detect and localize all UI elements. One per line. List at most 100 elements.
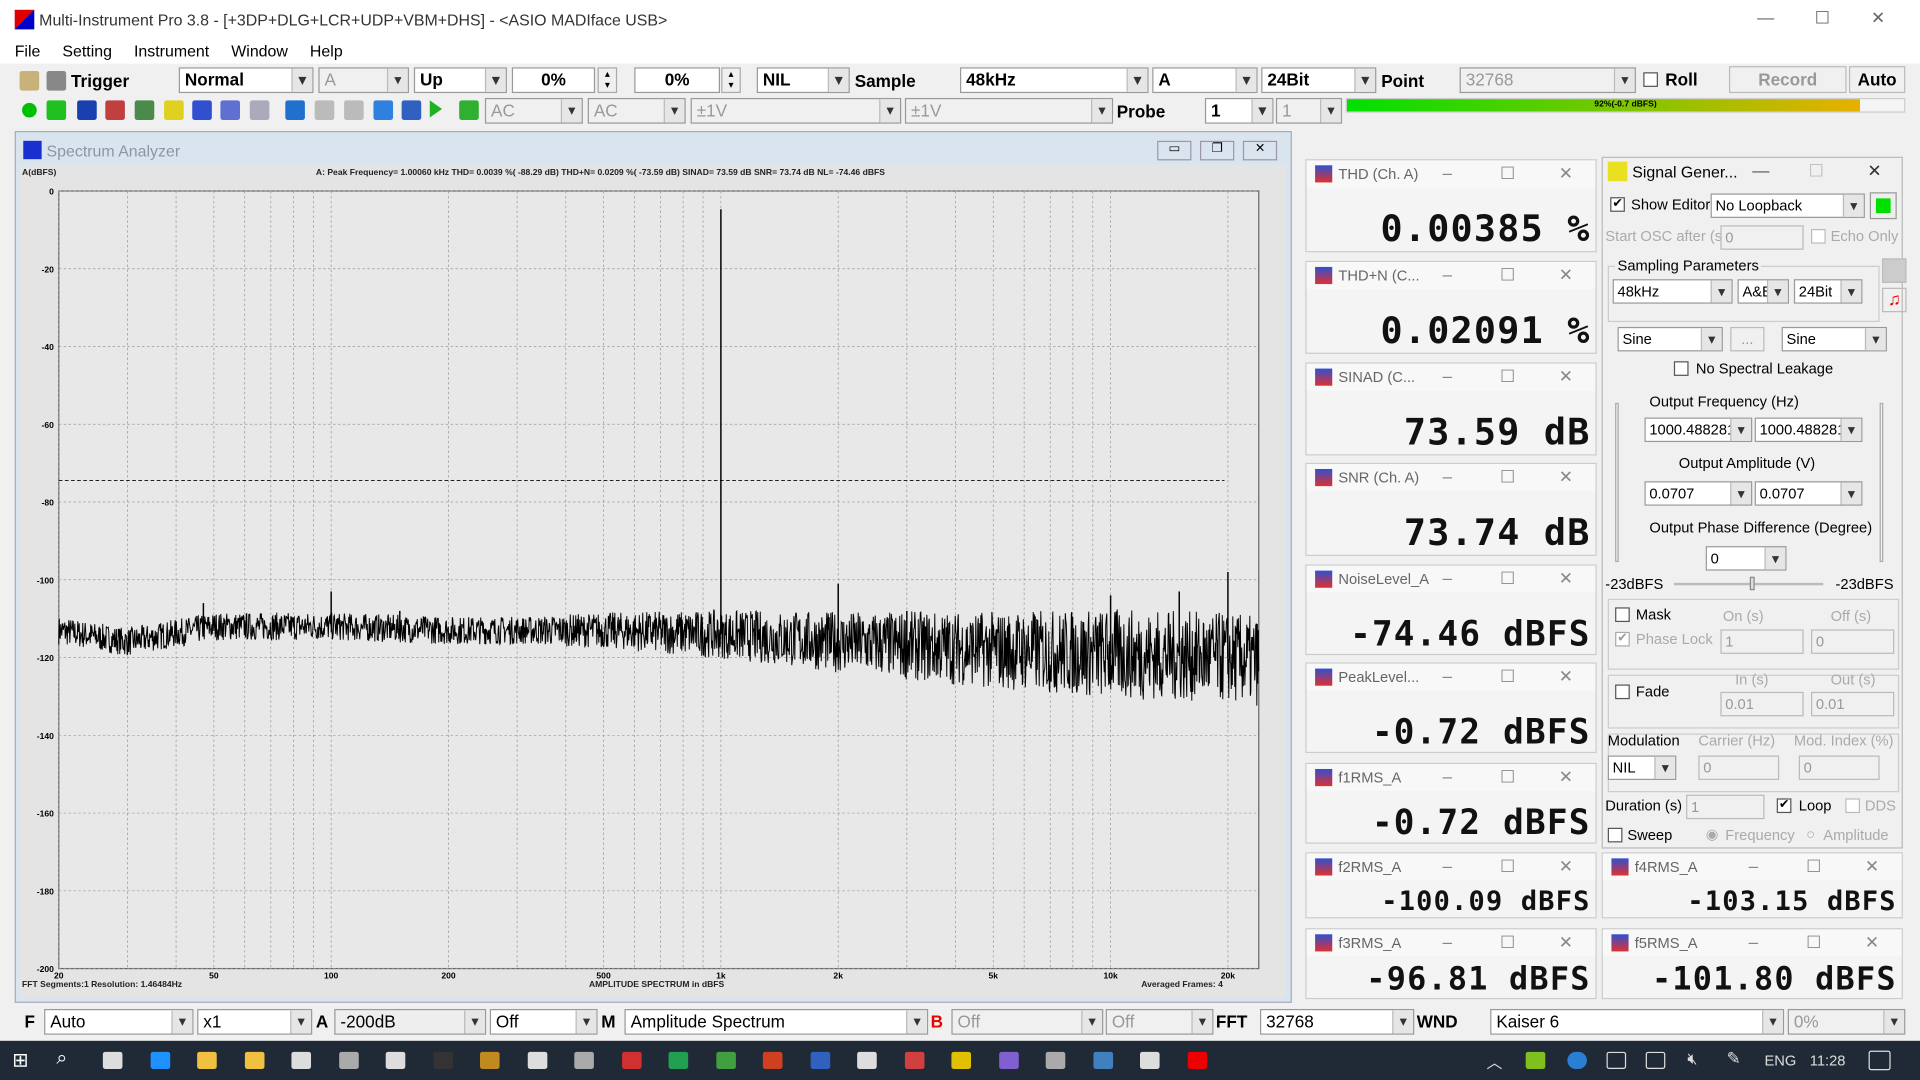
signal-generator-icon[interactable]	[164, 100, 184, 121]
taskbar-app-icon[interactable]	[810, 1051, 830, 1069]
b-range-select[interactable]: Off	[951, 1008, 1104, 1035]
open-folder-icon[interactable]	[19, 71, 40, 91]
trigger-channel-select[interactable]: A	[318, 67, 409, 94]
bit-depth-select[interactable]: 24Bit	[1261, 67, 1377, 94]
ddp-icon[interactable]	[249, 100, 270, 121]
taskbar-app-icon[interactable]	[527, 1051, 547, 1069]
sweep-icon[interactable]	[220, 100, 241, 121]
maximize-button[interactable]: ☐	[1500, 467, 1515, 488]
coupling-a-select[interactable]: AC	[484, 97, 583, 124]
record-button[interactable]: Record	[1728, 66, 1847, 94]
channel-select[interactable]: A	[1152, 67, 1258, 94]
taskbar-app-icon[interactable]	[998, 1051, 1019, 1069]
taskbar-app-icon[interactable]	[1140, 1051, 1160, 1069]
maximize-button[interactable]: ☐	[1500, 366, 1515, 387]
minimize-button[interactable]: –	[1442, 767, 1452, 787]
pen-icon[interactable]: ✎	[1727, 1048, 1741, 1069]
maximize-button[interactable]: ☐	[1500, 163, 1515, 184]
taskbar-app-icon[interactable]	[668, 1051, 689, 1069]
maximize-button[interactable]: ☐	[1500, 666, 1515, 687]
windows-start-icon[interactable]: ⊞	[12, 1048, 28, 1072]
gen-channel-select[interactable]: A&B	[1737, 279, 1789, 304]
taskbar-app-icon[interactable]	[102, 1051, 123, 1069]
probe-b-select[interactable]: 1	[1275, 97, 1343, 124]
maximize-button[interactable]: ☐	[1500, 264, 1515, 285]
minimize-button[interactable]: –	[1442, 932, 1452, 952]
notification-icon[interactable]	[1868, 1050, 1891, 1071]
taskbar-app-icon[interactable]	[197, 1051, 217, 1069]
amplitude-b-input[interactable]: 0.0707	[1754, 481, 1863, 506]
level-b-slider[interactable]	[1879, 402, 1884, 563]
maximize-button[interactable]: ☐	[1500, 932, 1515, 953]
waveform-a-select[interactable]: Sine	[1617, 326, 1723, 352]
frequency-a-input[interactable]: 1000.488281	[1644, 417, 1753, 443]
taskbar-app-icon[interactable]	[904, 1051, 924, 1069]
taskbar-app-icon[interactable]	[951, 1051, 972, 1069]
spectrum-3d-icon[interactable]	[105, 100, 125, 121]
minimize-button[interactable]: –	[1442, 366, 1452, 386]
close-button[interactable]: ✕	[1871, 7, 1885, 28]
taskbar-app-icon[interactable]	[1187, 1051, 1207, 1069]
taskbar-app-icon[interactable]	[150, 1051, 170, 1069]
points-select[interactable]: 32768	[1459, 67, 1636, 94]
probe-a-select[interactable]: 1	[1204, 97, 1274, 124]
spectrum-analyzer-icon[interactable]	[77, 100, 97, 121]
fade-checkbox[interactable]	[1615, 684, 1630, 700]
menu-setting[interactable]: Setting	[48, 39, 120, 63]
maximize-button[interactable]: ☐	[1806, 856, 1821, 877]
oscilloscope-icon[interactable]	[46, 100, 67, 121]
close-button[interactable]: ✕	[1559, 932, 1573, 953]
pretrigger-spinner[interactable]: ▴ ▾	[721, 67, 741, 94]
taskbar-app-icon[interactable]	[244, 1051, 264, 1069]
trigger-edge-select[interactable]: Up	[413, 67, 507, 94]
onedrive-error-icon[interactable]	[1567, 1051, 1587, 1069]
close-button[interactable]: ✕	[1242, 140, 1278, 161]
sample-rate-select[interactable]: 48kHz	[960, 67, 1149, 94]
waveform-editor-button[interactable]: ...	[1730, 326, 1765, 352]
minimize-button[interactable]: –	[1442, 264, 1452, 284]
music-note-icon[interactable]: ♫	[1882, 287, 1907, 313]
balance-slider[interactable]	[1673, 576, 1824, 591]
amplitude-a-input[interactable]: 0.0707	[1644, 481, 1753, 506]
language-indicator[interactable]: ENG	[1764, 1052, 1796, 1069]
save-icon[interactable]	[46, 71, 67, 91]
sweep-frequency-radio[interactable]: ◉	[1706, 825, 1719, 842]
auto-button[interactable]: Auto	[1848, 66, 1906, 94]
maximize-button[interactable]: ☐	[1500, 568, 1515, 589]
taskbar-app-icon[interactable]	[1045, 1051, 1066, 1069]
volume-muted-icon[interactable]: 🔇︎	[1687, 1049, 1697, 1069]
menu-file[interactable]: File	[0, 39, 48, 63]
gen-bits-select[interactable]: 24Bit	[1793, 279, 1863, 304]
close-button[interactable]: ✕	[1559, 666, 1573, 687]
minimize-button[interactable]: —	[1752, 160, 1769, 180]
taskbar-app-icon[interactable]	[762, 1051, 783, 1069]
level-a-slider[interactable]	[1615, 402, 1619, 563]
tray-chevron-icon[interactable]: ︿	[1487, 1049, 1503, 1072]
trigger-level-spinner[interactable]: ▴ ▾	[597, 67, 618, 94]
minimize-button[interactable]: –	[1442, 467, 1452, 487]
waveform-b-select[interactable]: Sine	[1781, 326, 1887, 352]
restore-button[interactable]: ❐	[1200, 140, 1235, 161]
fade-out-input[interactable]: 0.01	[1811, 691, 1895, 717]
duration-input[interactable]: 1	[1686, 794, 1765, 820]
window-function-select[interactable]: Kaiser 6	[1490, 1008, 1785, 1035]
close-button[interactable]: ✕	[1559, 264, 1573, 285]
trigger-mode-select[interactable]: Normal	[178, 67, 314, 94]
taskbar-app-icon[interactable]	[574, 1051, 594, 1069]
gen-sample-rate-select[interactable]: 48kHz	[1612, 279, 1733, 304]
maximize-button[interactable]: ☐	[1809, 160, 1824, 181]
spectrum-mode-select[interactable]: Amplitude Spectrum	[624, 1008, 929, 1035]
clock[interactable]: 11:28	[1810, 1052, 1846, 1069]
sweep-amplitude-radio[interactable]: ○	[1806, 825, 1815, 842]
fade-in-input[interactable]: 0.01	[1720, 691, 1804, 717]
loopback-select[interactable]: No Loopback	[1710, 193, 1865, 218]
no-spectral-leakage-checkbox[interactable]	[1673, 361, 1689, 376]
a-off-select[interactable]: Off	[489, 1008, 598, 1035]
close-button[interactable]: ✕	[1559, 467, 1573, 488]
minimize-button[interactable]: –	[1749, 932, 1759, 952]
close-button[interactable]: ✕	[1559, 767, 1573, 788]
dut-icon[interactable]	[192, 100, 212, 121]
menu-window[interactable]: Window	[217, 39, 296, 63]
taskbar-app-icon[interactable]	[715, 1051, 736, 1069]
calibration-icon[interactable]	[285, 100, 305, 121]
